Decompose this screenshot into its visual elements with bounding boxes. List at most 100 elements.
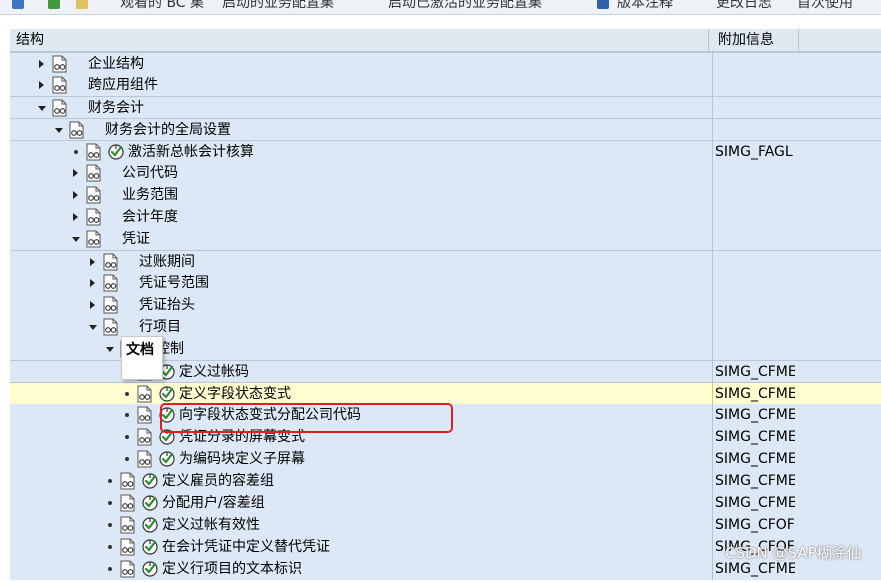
tree-row[interactable]: 会计年度 [10, 206, 881, 228]
documentation-glasses-icon[interactable] [137, 450, 153, 468]
documentation-glasses-icon[interactable] [103, 253, 119, 271]
documentation-glasses-icon[interactable] [52, 99, 68, 117]
tree-row[interactable]: 公司代码 [10, 162, 881, 184]
tree-node-label[interactable]: 企业结构 [88, 53, 144, 75]
tree-node-label[interactable]: 财务会计 [88, 97, 144, 119]
expand-arrow-icon[interactable] [90, 301, 95, 309]
tree-row[interactable]: 业务范围 [10, 184, 881, 206]
extra-info-cell [712, 162, 795, 184]
documentation-glasses-icon[interactable] [137, 406, 153, 424]
toolbar-activated-bc-button[interactable]: 启动的业务配置集 [222, 0, 334, 12]
expand-arrow-icon[interactable] [73, 213, 78, 221]
tree-row[interactable]: 定义雇员的容差组 SIMG_CFME [10, 470, 881, 492]
tree-node-label[interactable]: 在会计凭证中定义替代凭证 [162, 536, 330, 558]
tree-row[interactable]: 激活新总帐会计核算 SIMG_FAGL [10, 140, 881, 163]
extra-info-cell: SIMG_CFME [712, 448, 795, 470]
tree-row[interactable]: 企业结构 [10, 52, 881, 75]
tree-node-label[interactable]: 凭证号范围 [139, 272, 209, 294]
tree-node-label[interactable]: 凭证抬头 [139, 294, 195, 316]
tree-row[interactable]: 定义字段状态变式 SIMG_CFME [10, 382, 881, 405]
add-icon[interactable] [48, 0, 60, 9]
documentation-glasses-icon[interactable] [52, 55, 68, 73]
tree-row[interactable]: 财务会计的全局设置 [10, 118, 881, 141]
documentation-glasses-icon[interactable] [69, 121, 85, 139]
execute-clock-icon[interactable] [141, 494, 159, 512]
tree-node-label[interactable]: 跨应用组件 [88, 74, 158, 96]
toolbar-bc-sets-button[interactable]: 观看的 BC 集 [120, 0, 204, 12]
documentation-glasses-icon[interactable] [120, 560, 136, 578]
documentation-glasses-icon[interactable] [86, 230, 102, 248]
documentation-glasses-icon[interactable] [120, 538, 136, 556]
tree-row[interactable]: 分配用户/容差组 SIMG_CFME [10, 492, 881, 514]
documentation-glasses-icon[interactable] [52, 76, 68, 94]
collapse-arrow-icon[interactable] [72, 237, 80, 242]
collapse-arrow-icon[interactable] [106, 347, 114, 352]
expand-icon[interactable] [12, 0, 24, 9]
execute-clock-icon[interactable] [141, 472, 159, 490]
documentation-glasses-icon[interactable] [86, 164, 102, 182]
collapse-arrow-icon[interactable] [38, 106, 46, 111]
tree-row[interactable]: 过账期间 [10, 250, 881, 273]
tree-row[interactable]: 行项目 [10, 316, 881, 338]
tree-node-label[interactable]: 凭证 [122, 228, 150, 250]
tree-node-label[interactable]: 激活新总帐会计核算 [128, 141, 254, 163]
documentation-glasses-icon[interactable] [86, 186, 102, 204]
documentation-glasses-icon[interactable] [120, 516, 136, 534]
tree-row[interactable]: 为编码块定义子屏幕 SIMG_CFME [10, 448, 881, 470]
extra-info-cell: SIMG_CFOF [712, 514, 795, 536]
tree-node-label[interactable]: 会计年度 [122, 206, 178, 228]
execute-clock-icon[interactable] [141, 560, 159, 578]
execute-clock-icon[interactable] [158, 450, 176, 468]
execute-clock-icon[interactable] [141, 538, 159, 556]
tree-row[interactable]: 跨应用组件 [10, 74, 881, 96]
documentation-glasses-icon[interactable] [103, 274, 119, 292]
documentation-glasses-icon[interactable] [103, 296, 119, 314]
execute-clock-icon[interactable] [141, 516, 159, 534]
tree-row[interactable]: 定义过帐有效性 SIMG_CFOF [10, 514, 881, 536]
collapse-arrow-icon[interactable] [55, 128, 63, 133]
tree-node-label[interactable]: 定义行项目的文本标识 [162, 558, 302, 580]
expand-arrow-icon[interactable] [90, 279, 95, 287]
header-structure[interactable]: 结构 [10, 29, 709, 51]
documentation-glasses-icon[interactable] [86, 208, 102, 226]
tree-row[interactable]: 凭证号范围 [10, 272, 881, 294]
tree-node-label[interactable]: 定义过帐码 [179, 361, 249, 383]
tree-node-label[interactable]: 过账期间 [139, 251, 195, 273]
execute-clock-icon[interactable] [158, 385, 176, 403]
expand-arrow-icon[interactable] [39, 81, 44, 89]
leaf-bullet-icon [108, 567, 112, 571]
annotation-highlight-box [160, 403, 453, 433]
collapse-arrow-icon[interactable] [89, 325, 97, 330]
tree-node-label[interactable]: 分配用户/容差组 [162, 492, 265, 514]
tree-node-label[interactable]: 行项目 [139, 316, 181, 338]
toolbar-change-log-button[interactable]: 更改日志 [716, 0, 772, 12]
tree-node-label[interactable]: 公司代码 [122, 162, 178, 184]
tree-node-label[interactable]: 业务范围 [122, 184, 178, 206]
toolbar-first-use-button[interactable]: 首次使用 [797, 0, 853, 12]
expand-arrow-icon[interactable] [73, 169, 78, 177]
tree-row[interactable]: 凭证抬头 [10, 294, 881, 316]
document-icon[interactable] [76, 0, 88, 9]
documentation-glasses-icon[interactable] [120, 472, 136, 490]
expand-arrow-icon[interactable] [90, 258, 95, 266]
toolbar-activated-active-bc-button[interactable]: 启动已激活的业务配置集 [388, 0, 542, 12]
tree-node-label[interactable]: 为编码块定义子屏幕 [179, 448, 305, 470]
documentation-glasses-icon[interactable] [137, 385, 153, 403]
tree-node-label[interactable]: 定义过帐有效性 [162, 514, 260, 536]
tree-node-label[interactable]: 定义雇员的容差组 [162, 470, 274, 492]
documentation-glasses-icon[interactable] [103, 318, 119, 336]
extra-info-cell [712, 53, 795, 75]
tree-row[interactable]: 凭证 [10, 228, 881, 250]
documentation-glasses-icon[interactable] [137, 428, 153, 446]
documentation-glasses-icon[interactable] [86, 143, 102, 161]
tree-node-label[interactable]: 定义字段状态变式 [179, 383, 291, 405]
tree-node-label[interactable]: 财务会计的全局设置 [105, 119, 231, 141]
execute-clock-icon[interactable] [107, 143, 125, 161]
expand-arrow-icon[interactable] [73, 191, 78, 199]
documentation-glasses-icon[interactable] [120, 494, 136, 512]
toolbar-release-notes-button[interactable]: 版本注释 [617, 0, 673, 12]
tree-row[interactable]: 财务会计 [10, 96, 881, 119]
header-extra-info[interactable]: 附加信息 [712, 29, 799, 51]
expand-arrow-icon[interactable] [39, 60, 44, 68]
notes-icon[interactable] [597, 0, 609, 9]
